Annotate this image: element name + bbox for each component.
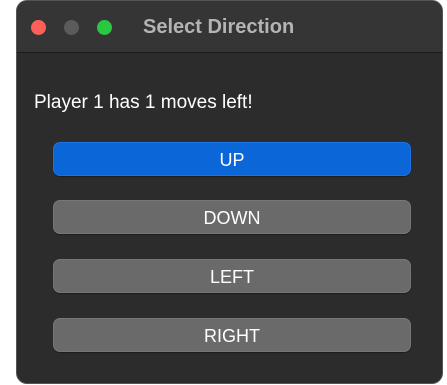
close-window-button[interactable]	[31, 20, 46, 35]
window-title: Select Direction	[143, 16, 295, 38]
up-button[interactable]: UP	[53, 142, 411, 176]
title-bar: Select Direction	[17, 1, 442, 53]
left-button[interactable]: LEFT	[53, 259, 411, 293]
right-button[interactable]: RIGHT	[53, 318, 411, 352]
dialog-content: Player 1 has 1 moves left! UP DOWN LEFT …	[17, 53, 442, 383]
moves-left-message: Player 1 has 1 moves left!	[34, 92, 253, 113]
minimize-window-button[interactable]	[64, 20, 79, 35]
down-button[interactable]: DOWN	[53, 200, 411, 234]
select-direction-window: Select Direction Player 1 has 1 moves le…	[16, 0, 443, 384]
zoom-window-button[interactable]	[97, 20, 112, 35]
